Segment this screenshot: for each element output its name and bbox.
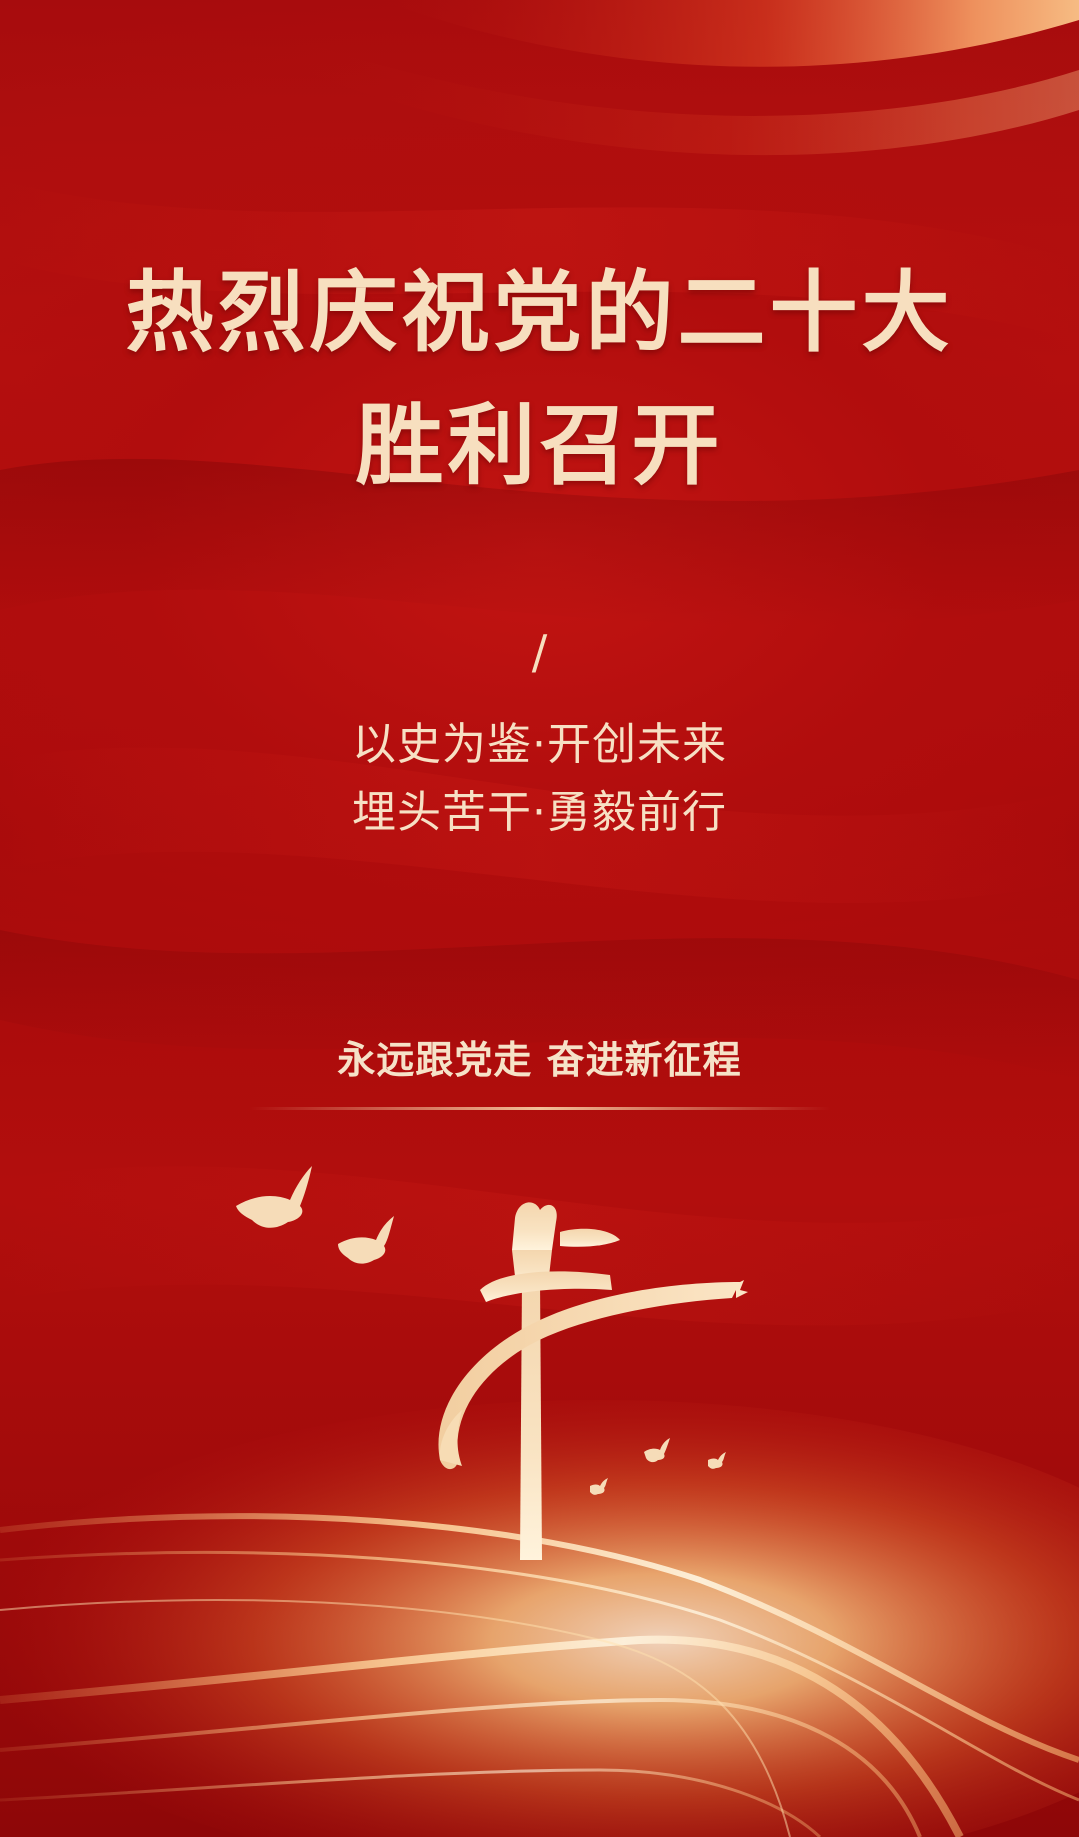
dove-icon <box>590 1478 608 1495</box>
huabiao-emblem <box>236 1166 748 1560</box>
huabiao-pillar-icon <box>480 1202 620 1560</box>
ribbon-icon <box>438 1280 748 1470</box>
dove-icon <box>338 1216 394 1264</box>
dove-icon <box>644 1438 670 1463</box>
poster: 热烈庆祝党的二十大 胜利召开 / 以史为鉴·开创未来 埋头苦干·勇毅前行 永远跟… <box>0 0 1079 1837</box>
dove-icon <box>708 1452 726 1469</box>
dove-icon <box>236 1166 312 1228</box>
